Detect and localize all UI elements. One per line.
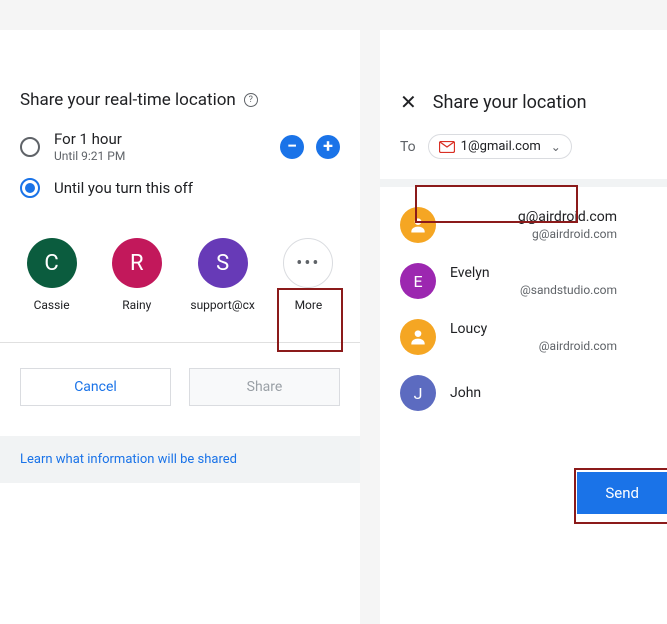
divider	[0, 342, 360, 343]
contact-name: John	[450, 385, 647, 401]
contact-email: @sandstudio.com	[450, 283, 647, 297]
avatar	[400, 319, 436, 355]
person-icon	[408, 327, 428, 347]
option-label: For 1 hour	[54, 130, 266, 148]
contact-list: g@airdroid.com g@airdroid.com E Evelyn @…	[380, 187, 667, 431]
panel-title: Share your location	[433, 92, 587, 113]
recipient-panel: ✕ Share your location To 1@gmail.com ⌄ g…	[380, 30, 667, 624]
info-link[interactable]: Learn what information will be shared	[0, 436, 360, 483]
contact-name: Rainy	[122, 298, 151, 312]
chip-text: 1@gmail.com	[461, 139, 541, 154]
avatar: R	[112, 238, 162, 288]
chevron-down-icon: ⌄	[551, 140, 561, 154]
envelope-icon	[439, 141, 455, 153]
contact-email-sub: g@airdroid.com	[450, 227, 647, 241]
person-icon	[408, 215, 428, 235]
send-button[interactable]: Send	[577, 472, 667, 514]
option-label: Until you turn this off	[54, 179, 340, 197]
share-button[interactable]: Share	[189, 368, 340, 406]
recipient-chip[interactable]: 1@gmail.com ⌄	[428, 134, 572, 159]
more-label: More	[295, 298, 323, 312]
contact-rainy[interactable]: R Rainy	[105, 238, 168, 312]
increase-button[interactable]: +	[316, 135, 340, 159]
contact-name: Evelyn	[450, 265, 647, 281]
more-button[interactable]: ••• More	[277, 238, 340, 312]
divider	[380, 179, 667, 187]
to-label: To	[400, 139, 416, 155]
share-location-panel: Share your real-time location ? For 1 ho…	[0, 30, 360, 624]
avatar: C	[27, 238, 77, 288]
avatar: J	[400, 375, 436, 411]
avatar: S	[198, 238, 248, 288]
contact-email: @airdroid.com	[450, 339, 647, 353]
more-icon: •••	[283, 238, 333, 288]
avatar	[400, 207, 436, 243]
contact-cassie[interactable]: C Cassie	[20, 238, 83, 312]
contact-name: Loucy	[450, 321, 647, 337]
decrease-button[interactable]: −	[280, 135, 304, 159]
contact-support[interactable]: S support@cx	[190, 238, 254, 312]
list-item[interactable]: J John	[380, 365, 667, 421]
list-item[interactable]: E Evelyn @sandstudio.com	[380, 253, 667, 309]
radio-unselected-icon	[20, 137, 40, 157]
close-icon[interactable]: ✕	[400, 90, 417, 114]
contact-name: support@cx	[190, 298, 254, 312]
duration-option-untiloff[interactable]: Until you turn this off	[20, 178, 340, 198]
contact-name: Cassie	[34, 298, 70, 312]
option-subtext: Until 9:21 PM	[54, 149, 266, 163]
radio-selected-icon	[20, 178, 40, 198]
duration-option-1hour[interactable]: For 1 hour Until 9:21 PM − +	[20, 130, 340, 163]
avatar: E	[400, 263, 436, 299]
contacts-row: C Cassie R Rainy S support@cx ••• More	[20, 238, 340, 312]
list-item[interactable]: Loucy @airdroid.com	[380, 309, 667, 365]
contact-email: g@airdroid.com	[450, 209, 647, 225]
list-item[interactable]: g@airdroid.com g@airdroid.com	[380, 197, 667, 253]
help-icon[interactable]: ?	[244, 93, 258, 107]
cancel-button[interactable]: Cancel	[20, 368, 171, 406]
panel-title: Share your real-time location	[20, 90, 236, 110]
